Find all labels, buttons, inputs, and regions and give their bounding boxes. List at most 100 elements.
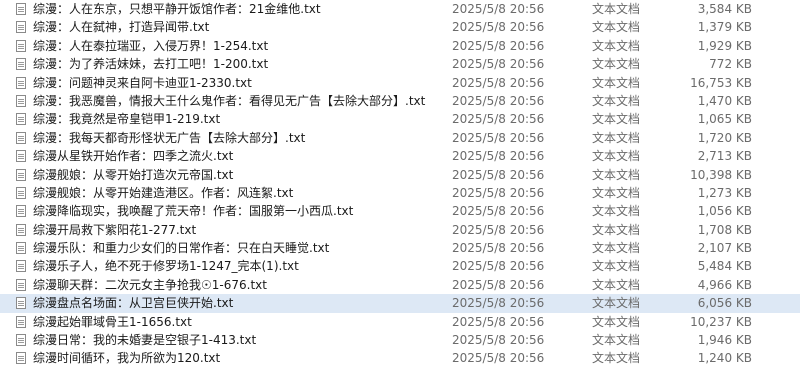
file-date-modified: 2025/5/8 20:56 [452, 222, 545, 237]
file-row[interactable]: 综漫降临现实，我唤醒了荒天帝！作者：国服第一小西瓜.txt 2025/5/8 20… [0, 202, 800, 220]
file-name: 综漫：人在弑神，打造异闻带.txt [33, 20, 210, 35]
file-size: 1,240 KB [697, 351, 752, 366]
file-size: 10,237 KB [690, 314, 752, 329]
text-file-icon [16, 334, 26, 347]
file-name: 综漫：我每天都奇形怪状无广告【去除大部分】.txt [33, 130, 306, 145]
file-type: 文本文档 [592, 333, 641, 348]
file-size: 1,273 KB [697, 185, 752, 200]
file-size: 16,753 KB [690, 75, 752, 90]
text-file-icon [16, 315, 26, 328]
text-file-icon [16, 352, 26, 365]
text-file-icon [16, 94, 26, 107]
file-row[interactable]: 综漫舰娘：从零开始建造港区。作者：风连絮.txt 2025/5/8 20:56 文本… [0, 184, 800, 202]
file-name: 综漫：我恶魔兽，情报大王什么鬼作者：看得见无广告【去除大部分】.txt [33, 93, 426, 108]
file-type: 文本文档 [592, 93, 641, 108]
file-size: 1,946 KB [697, 333, 752, 348]
file-size: 1,708 KB [697, 222, 752, 237]
file-type: 文本文档 [592, 259, 641, 274]
file-type: 文本文档 [592, 20, 641, 35]
file-date-modified: 2025/5/8 20:56 [452, 75, 545, 90]
file-row[interactable]: 综漫：人在泰拉瑞亚，入侵万界！1-254.txt 2025/5/8 20:56 文本… [0, 37, 800, 55]
file-name: 综漫从星铁开始作者：四季之流火.txt [33, 149, 234, 164]
text-file-icon [16, 39, 26, 52]
file-size: 1,720 KB [697, 130, 752, 145]
file-type: 文本文档 [592, 57, 641, 72]
file-row[interactable]: 综漫乐队：和重力少女们的日常作者：只在白天睡觉.txt 2025/5/8 20:5… [0, 239, 800, 257]
file-row[interactable]: 综漫盘点名场面：从卫宫巨侠开始.txt 2025/5/8 20:56 文本文档 6,0… [0, 294, 800, 313]
file-type: 文本文档 [592, 314, 641, 329]
file-type: 文本文档 [592, 296, 641, 311]
text-file-icon [16, 205, 26, 218]
file-name: 综漫：为了养活妹妹，去打工吧！1-200.txt [33, 57, 269, 72]
file-size: 772 KB [709, 57, 752, 72]
file-date-modified: 2025/5/8 20:56 [452, 93, 545, 108]
text-file-icon [16, 260, 26, 273]
text-file-icon [16, 113, 26, 126]
file-date-modified: 2025/5/8 20:56 [452, 204, 545, 219]
file-type: 文本文档 [592, 185, 641, 200]
file-size: 3,584 KB [697, 2, 752, 16]
file-size: 10,398 KB [690, 167, 752, 182]
file-row[interactable]: 综漫从星铁开始作者：四季之流火.txt 2025/5/8 20:56 文本文档 2,7… [0, 147, 800, 165]
file-type: 文本文档 [592, 75, 641, 90]
file-type: 文本文档 [592, 241, 641, 256]
file-list: 综漫：人在东京，只想平静开饭馆作者：21金维他.txt 2025/5/8 20:5… [0, 0, 800, 368]
file-type: 文本文档 [592, 277, 641, 292]
file-size: 2,107 KB [697, 241, 752, 256]
file-row[interactable]: 综漫舰娘：从零开始打造次元帝国.txt 2025/5/8 20:56 文本文档 10,… [0, 166, 800, 184]
file-name: 综漫：我竟然是帝皇铠甲1-219.txt [33, 112, 221, 127]
file-date-modified: 2025/5/8 20:56 [452, 333, 545, 348]
file-date-modified: 2025/5/8 20:56 [452, 241, 545, 256]
file-type: 文本文档 [592, 2, 641, 16]
file-row[interactable]: 综漫开局救下紫阳花1-277.txt 2025/5/8 20:56 文本文档 1,70… [0, 221, 800, 239]
file-row[interactable]: 综漫：我每天都奇形怪状无广告【去除大部分】.txt 2025/5/8 20:56 文… [0, 129, 800, 147]
file-row[interactable]: 综漫：人在东京，只想平静开饭馆作者：21金维他.txt 2025/5/8 20:5… [0, 0, 800, 18]
file-size: 1,056 KB [697, 204, 752, 219]
file-size: 2,713 KB [697, 149, 752, 164]
file-row[interactable]: 综漫时间循环，我为所欲为120.txt 2025/5/8 20:56 文本文档 1,2… [0, 349, 800, 367]
file-name: 综漫乐子人，绝不死于修罗场1-1247_完本(1).txt [33, 259, 299, 274]
file-row[interactable]: 综漫日常：我的未婚妻是空银子1-413.txt 2025/5/8 20:56 文本文… [0, 331, 800, 349]
file-date-modified: 2025/5/8 20:56 [452, 185, 545, 200]
file-name: 综漫开局救下紫阳花1-277.txt [33, 222, 197, 237]
file-date-modified: 2025/5/8 20:56 [452, 112, 545, 127]
file-name: 综漫聊天群：二次元女主争抢我☉1-676.txt [33, 277, 267, 292]
file-row[interactable]: 综漫起始罪域骨王1-1656.txt 2025/5/8 20:56 文本文档 10,2… [0, 313, 800, 331]
file-date-modified: 2025/5/8 20:56 [452, 296, 545, 311]
file-name: 综漫盘点名场面：从卫宫巨侠开始.txt [33, 296, 234, 311]
file-size: 1,065 KB [697, 112, 752, 127]
file-row[interactable]: 综漫：我恶魔兽，情报大王什么鬼作者：看得见无广告【去除大部分】.txt 2025/… [0, 92, 800, 110]
file-size: 1,929 KB [697, 38, 752, 53]
file-size: 1,379 KB [697, 20, 752, 35]
file-type: 文本文档 [592, 112, 641, 127]
file-date-modified: 2025/5/8 20:56 [452, 38, 545, 53]
file-date-modified: 2025/5/8 20:56 [452, 167, 545, 182]
file-date-modified: 2025/5/8 20:56 [452, 57, 545, 72]
file-name: 综漫：人在东京，只想平静开饭馆作者：21金维他.txt [33, 2, 321, 16]
file-type: 文本文档 [592, 38, 641, 53]
file-name: 综漫时间循环，我为所欲为120.txt [33, 351, 221, 366]
file-row[interactable]: 综漫：我竟然是帝皇铠甲1-219.txt 2025/5/8 20:56 文本文档 1,… [0, 110, 800, 128]
file-row[interactable]: 综漫乐子人，绝不死于修罗场1-1247_完本(1).txt 2025/5/8 20… [0, 257, 800, 275]
file-name: 综漫舰娘：从零开始打造次元帝国.txt [33, 167, 234, 182]
file-date-modified: 2025/5/8 20:56 [452, 259, 545, 274]
file-type: 文本文档 [592, 222, 641, 237]
text-file-icon [16, 278, 26, 291]
file-size: 1,470 KB [697, 93, 752, 108]
file-type: 文本文档 [592, 149, 641, 164]
file-date-modified: 2025/5/8 20:56 [452, 314, 545, 329]
file-name: 综漫舰娘：从零开始建造港区。作者：风连絮.txt [33, 185, 294, 200]
file-row[interactable]: 综漫：人在弑神，打造异闻带.txt 2025/5/8 20:56 文本文档 1,379… [0, 18, 800, 36]
text-file-icon [16, 76, 26, 89]
file-size: 6,056 KB [697, 296, 752, 311]
file-row[interactable]: 综漫：问题神灵来自阿卡迪亚1-2330.txt 2025/5/8 20:56 文本文… [0, 74, 800, 92]
file-name: 综漫乐队：和重力少女们的日常作者：只在白天睡觉.txt [33, 241, 330, 256]
file-type: 文本文档 [592, 167, 641, 182]
file-row[interactable]: 综漫：为了养活妹妹，去打工吧！1-200.txt 2025/5/8 20:56 文本… [0, 55, 800, 73]
file-row[interactable]: 综漫聊天群：二次元女主争抢我☉1-676.txt 2025/5/8 20:56 文本… [0, 276, 800, 294]
file-date-modified: 2025/5/8 20:56 [452, 2, 545, 16]
file-date-modified: 2025/5/8 20:56 [452, 149, 545, 164]
text-file-icon [16, 186, 26, 199]
text-file-icon [16, 131, 26, 144]
text-file-icon [16, 21, 26, 34]
